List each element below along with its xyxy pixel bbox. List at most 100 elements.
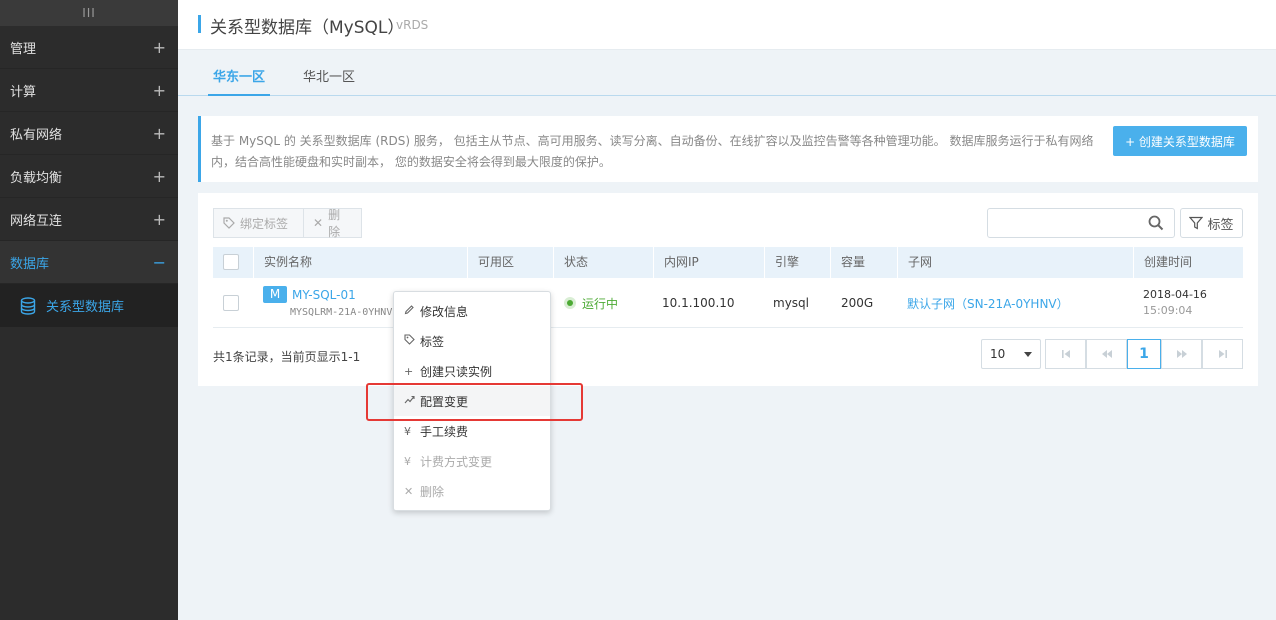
menu-item-label: 手工续费 [420, 424, 469, 439]
page-subtitle: vRDS [396, 18, 429, 32]
capacity-value: 200G [841, 296, 874, 310]
menu-item-edit-info[interactable]: 修改信息 [394, 296, 550, 326]
sidebar-item-compute[interactable]: 计算 + [0, 69, 178, 112]
sidebar-item-label: 数据库 [10, 256, 50, 272]
pencil-icon [404, 304, 420, 318]
collapse-icon: − [152, 252, 166, 272]
column-header-capacity[interactable]: 容量 [830, 247, 865, 278]
tag-filter-button[interactable]: 标签 [1180, 208, 1243, 238]
instance-name-link[interactable]: MY-SQL-01 [292, 288, 356, 302]
page-size-select[interactable]: 10 [981, 339, 1041, 369]
region-tabs: 华东一区 华北一区 [178, 50, 1276, 96]
tag-icon [404, 334, 420, 348]
menu-item-billing-change: ¥ 计费方式变更 [394, 446, 550, 476]
expand-icon: + [152, 166, 166, 186]
menu-item-tag[interactable]: 标签 [394, 326, 550, 356]
search-icon[interactable] [1148, 215, 1164, 231]
tab-north-china-1[interactable]: 华北一区 [303, 66, 355, 96]
delete-button[interactable]: ✕ 删除 [303, 208, 362, 239]
trend-icon [404, 394, 420, 408]
menu-item-label: 删除 [420, 484, 445, 499]
record-summary: 共1条记录，当前页显示1-1 [213, 350, 361, 364]
page-header: 关系型数据库（MySQL） vRDS [178, 0, 1276, 50]
menu-item-label: 计费方式变更 [420, 454, 493, 469]
column-header-ip[interactable]: 内网IP [653, 247, 699, 278]
row-checkbox[interactable] [223, 295, 239, 311]
created-time: 15:09:04 [1143, 304, 1193, 317]
tab-east-china-1[interactable]: 华东一区 [208, 66, 271, 96]
menu-item-manual-renewal[interactable]: ¥ 手工续费 [394, 416, 550, 446]
filter-icon [1189, 216, 1204, 230]
last-page-button[interactable] [1202, 339, 1243, 369]
sidebar-item-label: 私有网络 [10, 127, 63, 143]
sidebar-item-interconnect[interactable]: 网络互连 + [0, 198, 178, 241]
column-header-zone[interactable]: 可用区 [467, 247, 514, 278]
delete-label: 删除 [328, 208, 341, 239]
menu-item-label: 创建只读实例 [420, 364, 493, 379]
search-box [987, 208, 1175, 238]
sidebar-subitem-label: 关系型数据库 [46, 300, 125, 315]
prev-page-button[interactable] [1086, 339, 1127, 369]
first-page-icon [1061, 350, 1070, 358]
engine-value: mysql [773, 296, 809, 310]
sidebar-item-load-balancer[interactable]: 负载均衡 + [0, 155, 178, 198]
first-page-button[interactable] [1045, 339, 1086, 369]
create-rds-button[interactable]: + 创建关系型数据库 [1113, 126, 1247, 156]
fast-forward-icon [1176, 350, 1187, 358]
sidebar-item-manage[interactable]: 管理 + [0, 26, 178, 69]
sidebar-item-label: 网络互连 [10, 213, 63, 229]
column-header-created[interactable]: 创建时间 [1133, 247, 1192, 278]
sidebar-item-label: 管理 [10, 41, 37, 57]
plus-icon: + [404, 364, 414, 378]
status-text: 运行中 [582, 297, 619, 311]
sidebar-item-database[interactable]: 数据库 − [0, 241, 178, 284]
sidebar-subitem-rds[interactable]: 关系型数据库 [0, 284, 178, 327]
yen-icon: ¥ [404, 424, 411, 438]
table-header: 实例名称 可用区 状态 内网IP 引擎 容量 子网 创建时间 [213, 247, 1243, 278]
column-header-name[interactable]: 实例名称 [253, 247, 312, 278]
subnet-link[interactable]: 默认子网（SN-21A-0YHNV） [907, 295, 1069, 312]
sidebar-item-label: 负载均衡 [10, 170, 63, 186]
menu-item-config-change[interactable]: 配置变更 [394, 386, 550, 416]
instance-context-menu: 修改信息 标签 + 创建只读实例 配置变更 ¥ 手工续费 ¥ 计费方式变更 ✕ … [393, 291, 551, 511]
expand-icon: + [152, 209, 166, 229]
instance-id: MYSQLRM-21A-0YHNV [290, 307, 393, 318]
close-icon: ✕ [404, 484, 414, 498]
column-header-status[interactable]: 状态 [553, 247, 588, 278]
search-input[interactable] [996, 209, 1146, 237]
created-date: 2018-04-16 [1143, 288, 1207, 301]
next-page-button[interactable] [1161, 339, 1202, 369]
select-all-checkbox[interactable] [223, 254, 239, 270]
menu-item-label: 配置变更 [420, 394, 469, 409]
expand-icon: + [152, 123, 166, 143]
page-1-button[interactable]: 1 [1127, 339, 1161, 369]
expand-icon: + [152, 37, 166, 57]
close-icon: ✕ [313, 216, 324, 230]
info-banner: 基于 MySQL 的 关系型数据库 (RDS) 服务， 包括主从节点、高可用服务… [198, 116, 1258, 182]
menu-item-delete: ✕ 删除 [394, 476, 550, 506]
sidebar-item-label: 计算 [10, 84, 37, 100]
menu-item-create-readonly[interactable]: + 创建只读实例 [394, 356, 550, 386]
sidebar-collapse-icon[interactable]: III [0, 0, 178, 26]
database-icon [20, 296, 36, 315]
tag-filter-label: 标签 [1207, 217, 1234, 233]
menu-item-label: 标签 [420, 334, 445, 349]
page-size-value: 10 [990, 347, 1006, 361]
menu-item-label: 修改信息 [420, 304, 469, 319]
last-page-icon [1218, 350, 1227, 358]
bind-tag-button[interactable]: 绑定标签 [213, 208, 304, 238]
title-accent-bar [198, 15, 201, 33]
sidebar-item-vpc[interactable]: 私有网络 + [0, 112, 178, 155]
table-row[interactable]: M MY-SQL-01 MYSQLRM-21A-0YHNV 运行中 10.1.1… [213, 278, 1243, 328]
instance-panel: 绑定标签 ✕ 删除 标签 实例名称 可用区 状态 内网IP 引擎 容量 子网 创… [198, 193, 1258, 386]
expand-icon: + [152, 80, 166, 100]
bind-tag-label: 绑定标签 [240, 216, 289, 231]
column-header-engine[interactable]: 引擎 [764, 247, 799, 278]
column-header-subnet[interactable]: 子网 [897, 247, 932, 278]
rewind-icon [1101, 350, 1112, 358]
private-ip: 10.1.100.10 [662, 296, 735, 310]
caret-down-icon [1024, 352, 1032, 357]
info-text: 基于 MySQL 的 关系型数据库 (RDS) 服务， 包括主从节点、高可用服务… [211, 134, 1094, 169]
status-running-icon [564, 297, 576, 309]
mysql-badge: M [263, 286, 287, 303]
